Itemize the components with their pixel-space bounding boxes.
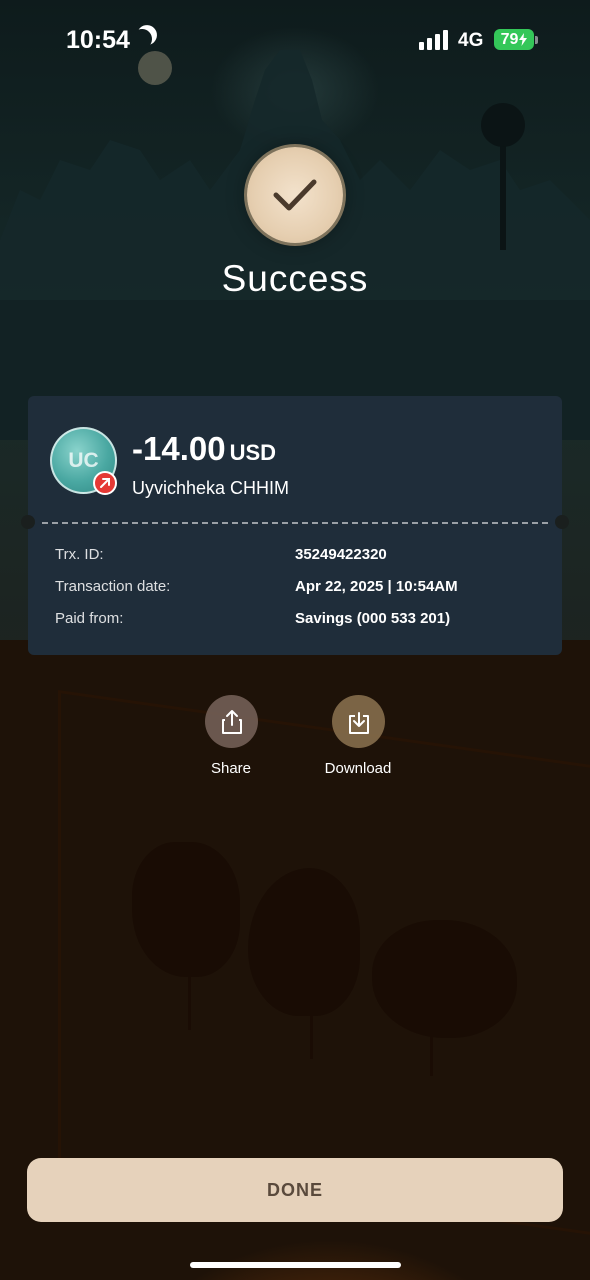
home-indicator[interactable]	[190, 1262, 401, 1268]
shadow-puppet-3	[372, 920, 517, 1038]
amount-value: -14.00	[132, 430, 226, 467]
network-type: 4G	[458, 30, 484, 51]
status-bar: 10:54 4G 79	[0, 0, 590, 80]
card-notch-right	[555, 515, 569, 529]
done-button[interactable]: DONE	[27, 1158, 563, 1222]
puppet-stick	[188, 975, 191, 1030]
outgoing-arrow-icon	[93, 471, 117, 495]
moon-icon	[129, 26, 155, 52]
avatar-initials: UC	[68, 448, 99, 472]
transaction-amount: -14.00 USD	[132, 430, 276, 468]
success-badge	[247, 147, 343, 243]
signal-icon	[419, 30, 449, 50]
battery-icon: 79	[494, 29, 534, 50]
charging-bolt-icon	[519, 33, 528, 46]
share-button[interactable]	[205, 695, 258, 748]
paid-from-value: Savings (000 533 201)	[295, 610, 451, 627]
download-button[interactable]	[332, 695, 385, 748]
transaction-card: UC -14.00 USD Uyvichheka CHHIM Trx. ID: 3…	[21, 396, 569, 655]
download-icon	[348, 711, 369, 734]
dashed-divider	[42, 522, 548, 524]
download-label[interactable]: Download	[308, 760, 408, 777]
trx-id-label: Trx. ID:	[55, 546, 104, 563]
status-time: 10:54	[66, 26, 130, 54]
shadow-puppet-1	[132, 842, 240, 977]
share-label[interactable]: Share	[181, 760, 281, 777]
amount-currency: USD	[229, 440, 277, 465]
paid-from-label: Paid from:	[55, 610, 124, 627]
card-notch-left	[21, 515, 35, 529]
transaction-date-value: Apr 22, 2025 | 10:54AM	[295, 578, 458, 595]
checkmark-icon	[273, 179, 317, 211]
transaction-date-label: Transaction date:	[55, 578, 171, 595]
recipient-name: Uyvichheka CHHIM	[132, 478, 290, 498]
battery-level: 79	[500, 30, 519, 48]
puppet-stick	[430, 1036, 433, 1076]
battery-cap	[535, 36, 538, 44]
success-title: Success	[221, 258, 369, 299]
trx-id-value: 35249422320	[295, 546, 387, 563]
share-icon	[221, 709, 242, 734]
puppet-stick	[310, 1014, 313, 1059]
